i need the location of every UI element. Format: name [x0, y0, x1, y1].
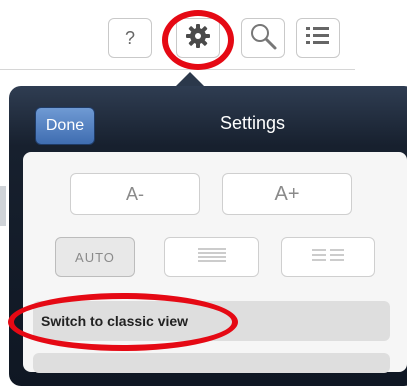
help-label: ?	[124, 27, 135, 48]
toolbar-divider	[0, 69, 355, 70]
switch-highlight-ellipse	[8, 293, 238, 351]
popover-title: Settings	[219, 113, 286, 133]
search-icon	[248, 21, 278, 56]
toc-button[interactable]	[296, 18, 340, 58]
background-fragment	[0, 186, 6, 226]
next-settings-row[interactable]	[33, 353, 390, 373]
list-icon	[305, 25, 331, 52]
gear-highlight-circle	[162, 10, 234, 70]
search-button[interactable]	[241, 18, 285, 58]
two-column-icon	[308, 245, 348, 270]
help-button[interactable]: ?	[108, 18, 152, 58]
font-increase-button[interactable]: A+	[222, 173, 352, 215]
single-column-button[interactable]	[164, 237, 259, 277]
font-decrease-button[interactable]: A-	[70, 173, 200, 215]
two-column-button[interactable]	[281, 237, 375, 277]
single-column-icon	[192, 245, 232, 270]
auto-layout-button[interactable]: AUTO	[55, 237, 135, 277]
